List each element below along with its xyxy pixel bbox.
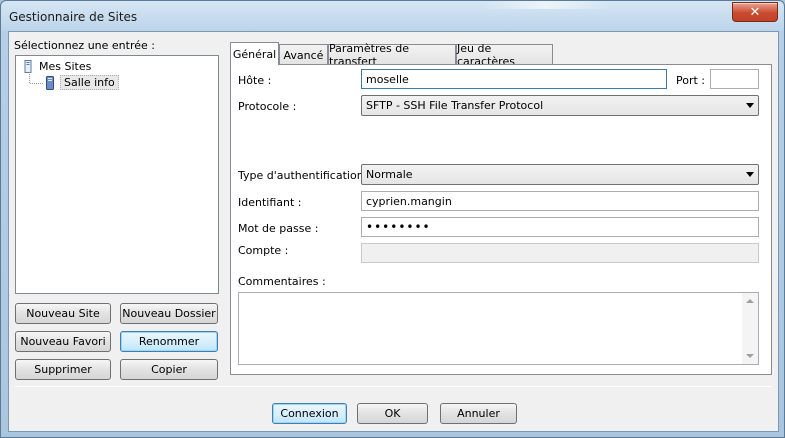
comments-label: Commentaires : [238,275,326,288]
new-favorite-button[interactable]: Nouveau Favori [15,331,111,352]
background-blur [481,1,611,9]
site-manager-window: Gestionnaire de Sites ✕ Sélectionnez une… [0,0,785,438]
protocol-label: Protocole : [238,100,297,113]
rename-button[interactable]: Renommer [120,331,218,352]
server-icon [46,75,54,90]
port-input[interactable] [710,69,759,89]
tree-connector [29,72,30,83]
protocol-value: SFTP - SSH File Transfer Protocol [366,99,544,112]
password-input[interactable]: •••••••• [361,217,759,237]
host-value: moselle [366,72,409,86]
window-title: Gestionnaire de Sites [9,10,138,24]
comments-scrollbar[interactable] [742,293,758,364]
account-input [361,243,759,263]
user-input[interactable]: cyprien.mangin [361,191,759,211]
host-input[interactable]: moselle [361,69,667,89]
connect-button[interactable]: Connexion [272,403,347,424]
user-label: Identifiant : [238,196,302,209]
user-value: cyprien.mangin [366,194,452,208]
tree-item-salle-info[interactable]: Salle info [45,75,119,90]
comments-textarea[interactable] [238,292,759,365]
host-label: Hôte : [238,74,272,87]
auth-type-value: Normale [366,168,413,181]
account-label: Compte : [238,244,289,257]
new-folder-button[interactable]: Nouveau Dossier [120,303,218,324]
tab-transfer-settings[interactable]: Paramètres de transfert [328,42,456,68]
tab-advanced[interactable]: Avancé [279,44,328,65]
tree-item-label: Salle info [60,75,119,90]
site-tree[interactable]: Mes Sites Salle info [15,55,219,294]
tree-item-label: Mes Sites [39,60,92,73]
cancel-button[interactable]: Annuler [440,403,517,424]
select-entry-label: Sélectionnez une entrée : [14,39,155,52]
footer-divider [15,386,772,387]
ok-button[interactable]: OK [357,403,428,424]
protocol-select[interactable]: SFTP - SSH File Transfer Protocol [361,95,759,116]
scroll-up-icon[interactable] [746,299,754,303]
scroll-down-icon[interactable] [746,354,754,358]
port-label: Port : [676,74,706,87]
password-value: •••••••• [366,220,431,234]
chevron-down-icon [746,172,754,177]
tree-item-mes-sites[interactable]: Mes Sites [22,60,91,73]
copy-button[interactable]: Copier [120,359,218,380]
close-icon: ✕ [749,4,761,20]
delete-button[interactable]: Supprimer [15,359,111,380]
new-site-button[interactable]: Nouveau Site [15,303,111,324]
title-bar[interactable]: Gestionnaire de Sites ✕ [1,1,784,31]
tab-charset[interactable]: Jeu de caractères [456,42,553,68]
tree-connector [30,83,43,84]
close-button[interactable]: ✕ [732,2,778,22]
chevron-down-icon [746,103,754,108]
dialog-client-area: Sélectionnez une entrée : Mes Sites Sall… [8,31,779,432]
auth-type-select[interactable]: Normale [361,164,759,185]
tab-general[interactable]: Général [230,42,279,65]
password-label: Mot de passe : [238,222,319,235]
auth-type-label: Type d'authentification : [238,169,371,182]
section-divider [238,152,765,153]
